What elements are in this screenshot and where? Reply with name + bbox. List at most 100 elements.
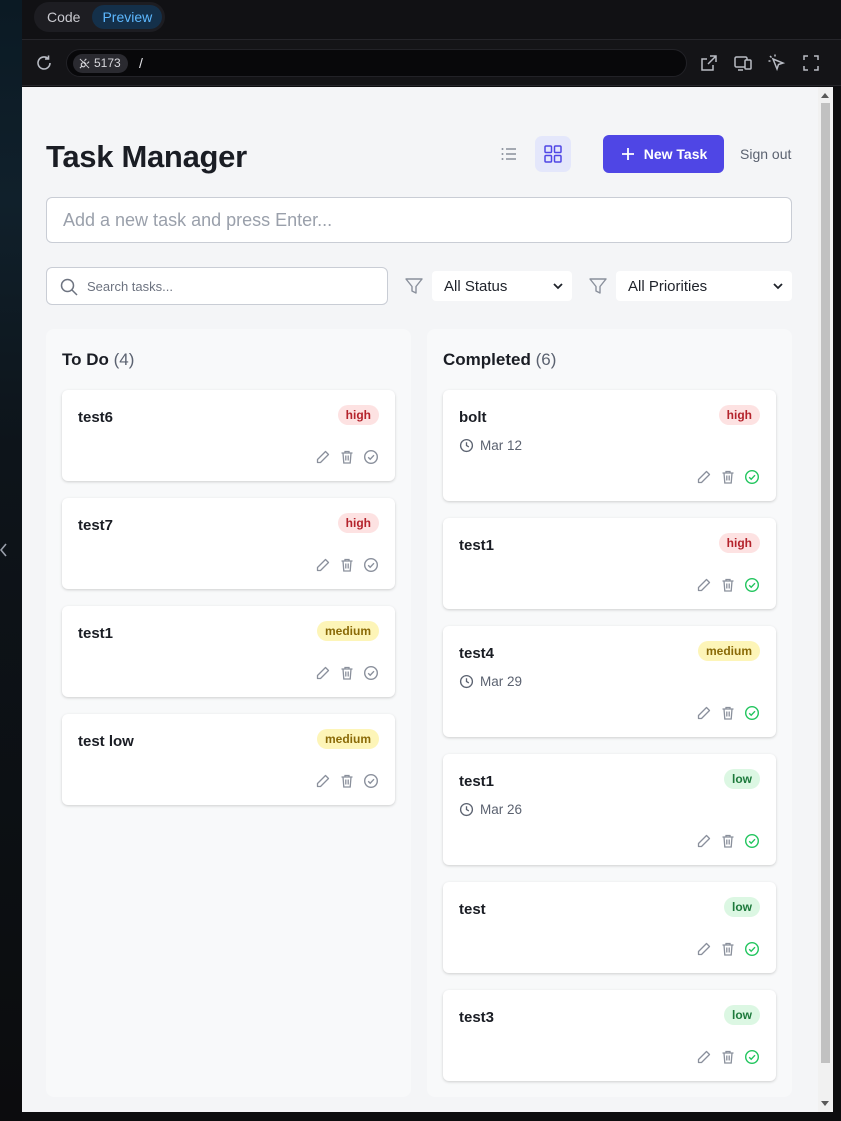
delete-icon[interactable] (339, 557, 355, 573)
complete-check-icon[interactable] (363, 449, 379, 465)
priority-badge: low (724, 769, 760, 789)
element-picker-icon[interactable] (767, 53, 787, 73)
priority-badge: high (337, 405, 379, 425)
search-input[interactable] (87, 268, 383, 304)
scrollbar[interactable] (818, 87, 833, 1112)
edit-icon[interactable] (696, 577, 712, 593)
delete-icon[interactable] (720, 705, 736, 721)
code-preview-toggle: Code Preview (34, 2, 166, 32)
fullscreen-icon[interactable] (801, 53, 821, 73)
task-name: test3 (459, 1009, 495, 1026)
task-name: test1 (459, 537, 495, 554)
task-actions (315, 449, 379, 465)
open-external-icon[interactable] (699, 53, 719, 73)
clock-icon (459, 438, 474, 453)
task-name: test7 (78, 517, 114, 534)
task-card[interactable]: test1 medium (62, 606, 395, 697)
task-card[interactable]: test4 medium Mar 29 (443, 626, 776, 737)
preview-address-bar: 5173 / (22, 40, 841, 86)
due-date-text: Mar 26 (480, 802, 523, 817)
new-task-button[interactable]: New Task (603, 135, 724, 173)
priority-filter-value: All Priorities (628, 277, 708, 295)
reload-icon[interactable] (34, 53, 54, 73)
scroll-up-arrow[interactable] (821, 93, 829, 98)
task-actions (696, 1049, 760, 1065)
task-actions (315, 665, 379, 681)
device-preview-icon[interactable] (733, 53, 753, 73)
plus-icon (621, 148, 634, 160)
complete-check-icon[interactable] (363, 773, 379, 789)
edit-icon[interactable] (696, 833, 712, 849)
list-view-button[interactable] (491, 136, 527, 172)
clock-icon (459, 674, 474, 689)
column-title-text: To Do (62, 350, 109, 369)
task-card[interactable]: test3 low (443, 990, 776, 1081)
edit-icon[interactable] (696, 941, 712, 957)
edit-icon[interactable] (315, 665, 331, 681)
completed-check-icon[interactable] (744, 469, 760, 485)
delete-icon[interactable] (339, 665, 355, 681)
port-number: 5173 (94, 56, 121, 70)
delete-icon[interactable] (339, 773, 355, 789)
edit-icon[interactable] (315, 773, 331, 789)
completed-check-icon[interactable] (744, 833, 760, 849)
task-card[interactable]: bolt high Mar 12 (443, 390, 776, 501)
delete-icon[interactable] (720, 469, 736, 485)
clock-icon (459, 802, 474, 817)
task-actions (696, 705, 760, 721)
add-task-input[interactable] (46, 197, 792, 243)
completed-check-icon[interactable] (744, 941, 760, 957)
delete-icon[interactable] (720, 833, 736, 849)
completed-check-icon[interactable] (744, 705, 760, 721)
page-title: Task Manager (46, 139, 247, 174)
task-actions (315, 557, 379, 573)
edit-icon[interactable] (696, 1049, 712, 1065)
column-count: (4) (113, 350, 135, 369)
filter-icon (589, 278, 607, 294)
delete-icon[interactable] (339, 449, 355, 465)
edit-icon[interactable] (315, 449, 331, 465)
task-card[interactable]: test1 low Mar 26 (443, 754, 776, 865)
scrollbar-thumb[interactable] (821, 103, 830, 1063)
completed-check-icon[interactable] (744, 577, 760, 593)
task-name: test1 (459, 773, 495, 790)
scroll-down-arrow[interactable] (821, 1101, 829, 1106)
completed-column: Completed (6) bolt high Mar 12 test1 high tes… (427, 329, 792, 1097)
port-badge[interactable]: 5173 (73, 54, 128, 73)
new-task-label: New Task (643, 146, 708, 162)
url-field[interactable]: 5173 / (66, 49, 687, 77)
priority-filter-select[interactable]: All Priorities (616, 271, 792, 301)
sign-out-link[interactable]: Sign out (740, 146, 791, 162)
column-title: Completed (6) (443, 350, 556, 370)
complete-check-icon[interactable] (363, 557, 379, 573)
tab-preview[interactable]: Preview (92, 5, 163, 29)
delete-icon[interactable] (720, 1049, 736, 1065)
list-icon (501, 148, 516, 160)
priority-badge: high (718, 405, 760, 425)
task-card[interactable]: test low (443, 882, 776, 973)
priority-badge: low (724, 1005, 760, 1025)
delete-icon[interactable] (720, 941, 736, 957)
status-filter-select[interactable]: All Status (432, 271, 572, 301)
edit-icon[interactable] (315, 557, 331, 573)
delete-icon[interactable] (720, 577, 736, 593)
search-box (46, 267, 388, 305)
task-card[interactable]: test6 high (62, 390, 395, 481)
due-date: Mar 12 (459, 438, 522, 453)
edit-icon[interactable] (696, 469, 712, 485)
grid-view-button[interactable] (535, 136, 571, 172)
edit-icon[interactable] (696, 705, 712, 721)
url-path: / (139, 55, 143, 71)
collapse-chevron-icon[interactable] (0, 540, 10, 560)
priority-badge: medium (316, 729, 379, 749)
task-card[interactable]: test low medium (62, 714, 395, 805)
due-date: Mar 26 (459, 802, 522, 817)
task-card[interactable]: test7 high (62, 498, 395, 589)
tab-code[interactable]: Code (37, 5, 90, 29)
task-card[interactable]: test1 high (443, 518, 776, 609)
priority-badge: high (337, 513, 379, 533)
task-name: bolt (459, 409, 487, 426)
completed-check-icon[interactable] (744, 1049, 760, 1065)
task-actions (696, 577, 760, 593)
complete-check-icon[interactable] (363, 665, 379, 681)
